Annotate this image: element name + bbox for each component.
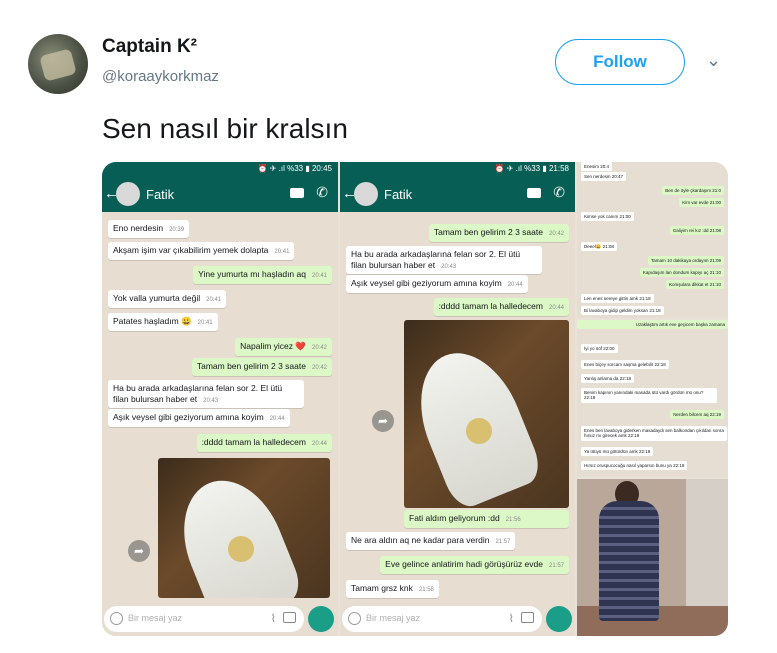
chat-message: Bi lavaboya gidip geldim yoksan 21:18 — [581, 306, 664, 316]
camera-icon[interactable] — [283, 612, 296, 623]
chevron-down-icon[interactable]: ⌄ — [706, 50, 721, 71]
chat-header: ← Fatik ✆ — [340, 176, 575, 212]
message-composer[interactable]: Bir mesaj yaz ⌇ — [342, 606, 542, 632]
chat-message: Hırsız oruspucocuğu nasıl yaparsın bunu … — [581, 461, 688, 471]
chat-message: Tamam 10 dakikaya ordayım 21:09 — [647, 256, 724, 266]
chat-header: ← Fatik ✆ — [102, 176, 338, 212]
tweet-media-grid[interactable]: ⏰ ✈ .ıl %33 ▮ 20:45 ← Fatik ✆ Eno nerdes… — [102, 162, 728, 636]
chat-message: Benim kapının yanındaki masada ütü vardı… — [581, 388, 717, 403]
chat-screenshot-4[interactable]: Uzaklaştım artık eve geçicem başka zaman… — [577, 320, 728, 477]
tweet-text: Sen nasıl bir kralsın — [102, 113, 348, 144]
contact-name: Fatik — [384, 187, 413, 202]
chat-message: Ne ara aldın aq ne kadar para verdin 21:5… — [346, 532, 516, 550]
chat-message: Yanlış anlama da 22:18 — [581, 374, 634, 384]
mic-icon[interactable] — [546, 606, 572, 632]
chat-message: Ya ütüyü mü götürdün amk 22:19 — [581, 447, 654, 457]
chat-message: :dddd tamam la halledecem 20:44 — [433, 298, 569, 316]
chat-message: Tamam grsz knk 21:58 — [346, 580, 439, 598]
chat-message: Aşık veysel gibi geziyorum amına koyim 20… — [108, 409, 290, 427]
avatar-image — [39, 48, 77, 82]
chat-message: Enesim 20:4 — [581, 162, 613, 172]
chat-message: Sen nerdesin 20:47 — [581, 172, 627, 182]
attach-icon[interactable]: ⌇ — [271, 612, 276, 625]
chat-message: Napalim yicez ❤️ 20:42 — [235, 338, 332, 356]
chat-message: Len enes nereye gittin amk 21:18 — [581, 294, 654, 304]
chat-message: Eno nerdesin 20:39 — [108, 220, 190, 238]
iron-photo[interactable] — [158, 458, 330, 598]
camera-icon[interactable] — [521, 612, 534, 623]
follow-button[interactable]: Follow — [555, 39, 685, 85]
chat-message: Aşık veysel gibi geziyorum amına koyim 20… — [346, 275, 528, 293]
emoji-icon[interactable] — [110, 612, 123, 625]
chat-message: Galiyim rei kız :dd 21:08 — [669, 226, 724, 236]
composer-placeholder: Bir mesaj yaz — [128, 613, 183, 623]
iron-photo[interactable] — [404, 320, 569, 508]
phone-icon: ✆ — [316, 184, 328, 200]
person-photo[interactable] — [577, 479, 728, 636]
chat-message: Tamam ben gelirim 2 3 saate 20:42 — [191, 358, 332, 376]
chat-message: Enes ben lavaboya giderken masadaydı sen… — [581, 426, 727, 441]
chat-message: Kim var evde 21:00 — [679, 198, 724, 208]
chat-message: :dddd tamam la halledecem 20:44 — [196, 434, 332, 452]
chat-message: Yok valla yumurta değil 20:41 — [108, 290, 227, 308]
status-bar: ⏰ ✈ .ıl %33 ▮ 21:58 — [340, 162, 575, 176]
emoji-icon[interactable] — [348, 612, 361, 625]
contact-name: Fatik — [146, 187, 175, 202]
share-icon[interactable]: ➦ — [372, 410, 394, 432]
chat-message: Tamam ben gelirim 2 3 saate 20:42 — [428, 224, 569, 242]
chat-message: Ha bu arada arkadaşlarına felan sor 2. E… — [346, 246, 542, 275]
chat-message: Patates haşladım 😀 20:41 — [108, 313, 218, 331]
chat-screenshot-2[interactable]: ⏰ ✈ .ıl %33 ▮ 21:58 ← Fatik ✆ Tamam ben … — [340, 162, 575, 636]
video-call-icon — [290, 188, 304, 198]
author-name[interactable]: Captain K² — [102, 36, 197, 58]
contact-avatar — [354, 182, 378, 206]
chat-message: Deeel😀 21:08 — [581, 242, 617, 252]
chat-message: Uzaklaştım artık eve geçicem başka zaman… — [577, 320, 728, 330]
chat-message: Nerden bilcem aq 22:19 — [670, 410, 724, 420]
contact-avatar — [116, 182, 140, 206]
phone-icon: ✆ — [553, 184, 565, 200]
mic-icon[interactable] — [308, 606, 334, 632]
chat-message: Enes biçey sorcam saşma gelebilir 22:18 — [581, 360, 669, 370]
person-body — [599, 501, 659, 621]
video-call-icon — [527, 188, 541, 198]
share-icon[interactable]: ➦ — [128, 540, 150, 562]
chat-screenshot-3[interactable]: Enesim 20:4 Sen nerdesin 20:47 Ben de öy… — [577, 162, 728, 318]
chat-message: Akşam işim var çıkabilirim yemek dolapta… — [108, 242, 295, 260]
chat-message: Ben de öyle çkardaşım 21:0 — [662, 186, 724, 196]
chat-message: Kapıdaşım lan dondum kapıyı aç 21:10 — [639, 268, 724, 278]
composer-placeholder: Bir mesaj yaz — [366, 613, 421, 623]
chat-message: Kimse yok canım 21:00 — [581, 212, 634, 222]
author-handle[interactable]: @koraaykorkmaz — [102, 68, 219, 85]
status-bar: ⏰ ✈ .ıl %33 ▮ 20:45 — [102, 162, 338, 176]
chat-message: Eve gelince anlatirim hadi görüşürüz evd… — [380, 556, 569, 574]
message-composer[interactable]: Bir mesaj yaz ⌇ — [104, 606, 304, 632]
chat-message: Fati aldım geliyorum :dd 21:56 — [404, 510, 569, 528]
chat-message: Ha bu arada arkadaşlarına felan sor 2. E… — [108, 380, 304, 409]
chat-message: İyi yo ööf 22:00 — [581, 344, 618, 354]
chat-message: Komşulara dikkat et 21:10 — [665, 280, 724, 290]
author-avatar[interactable] — [28, 34, 88, 94]
chat-message: Yine yumurta mı haşladın aq 20:41 — [193, 266, 332, 284]
chat-screenshot-1[interactable]: ⏰ ✈ .ıl %33 ▮ 20:45 ← Fatik ✆ Eno nerdes… — [102, 162, 338, 636]
attach-icon[interactable]: ⌇ — [509, 612, 514, 625]
